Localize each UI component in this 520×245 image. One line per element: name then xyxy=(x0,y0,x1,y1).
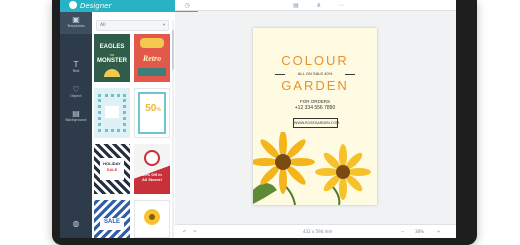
poster-title-1[interactable]: COLOUR xyxy=(253,53,377,68)
template-sale[interactable]: SALE xyxy=(94,200,130,238)
thumb-text: EAGLES xyxy=(99,44,125,50)
thumb-graphic xyxy=(140,38,164,48)
template-sunflower[interactable] xyxy=(134,200,170,238)
chevron-down-icon: ▾ xyxy=(162,23,165,28)
panel-scrollbar[interactable] xyxy=(172,20,174,238)
app-screen: ▣ Templates T Text ♡ Object ▤ Background… xyxy=(60,0,456,238)
object-icon: ♡ xyxy=(72,85,80,94)
poster-tagline[interactable]: ALL ON SALE 40% xyxy=(253,71,377,76)
template-holiday[interactable]: HOLIDAY SALE xyxy=(94,144,130,194)
thumb-text: SALE xyxy=(103,219,120,225)
templates-panel: All ▾ EAGLES vs MONSTER Retro 50% HOLIDA… xyxy=(92,12,175,238)
help-button[interactable]: ◍ xyxy=(60,219,92,229)
bottom-bar: ↶ ↷ 432 x 594 mm − 38% + xyxy=(175,224,456,238)
category-filter[interactable]: All ▾ xyxy=(96,20,169,31)
save-icon[interactable]: ▤ xyxy=(292,1,300,9)
template-eagles[interactable]: EAGLES vs MONSTER xyxy=(94,34,130,82)
thumb-text: All Stores! xyxy=(141,177,162,182)
share-icon[interactable]: ⋔ xyxy=(315,1,323,9)
logo-icon xyxy=(69,1,77,9)
undo-icon[interactable]: ↶ xyxy=(183,225,186,238)
template-retro[interactable]: Retro xyxy=(134,34,170,82)
rail-item-label: Text xyxy=(72,69,80,73)
text-icon: T xyxy=(73,60,79,69)
thumb-graphic xyxy=(104,69,120,77)
template-floral[interactable] xyxy=(94,88,130,138)
undo-icon[interactable]: ◷ xyxy=(183,1,191,9)
rail-item-label: Background xyxy=(65,118,87,122)
poster-phone[interactable]: +12 334 556 7890 xyxy=(253,105,377,111)
rail-item-text[interactable]: T Text xyxy=(60,60,92,78)
zoom-out-icon[interactable]: − xyxy=(401,225,404,238)
rail-item-object[interactable]: ♡ Object xyxy=(60,85,92,103)
rail-item-background[interactable]: ▤ Background xyxy=(60,109,92,127)
rail-item-label: Object xyxy=(70,94,82,98)
thumb-text: SALE xyxy=(106,167,118,172)
thumb-text: 50 xyxy=(145,103,157,114)
thumb-text: % xyxy=(156,107,161,113)
rail-item-templates[interactable]: ▣ Templates xyxy=(60,12,92,34)
thumb-text: vs xyxy=(109,52,115,57)
thumb-text: MONSTER xyxy=(97,58,127,64)
redo-icon[interactable]: ↷ xyxy=(193,225,196,238)
template-fifty[interactable]: 50% xyxy=(134,88,170,138)
logo-text: Designer xyxy=(80,2,112,10)
sunflower-image[interactable] xyxy=(253,132,377,205)
thumb-text: Retro xyxy=(142,54,162,63)
canvas-size: 432 x 594 mm xyxy=(303,229,333,234)
help-icon: ◍ xyxy=(72,219,80,228)
design-canvas[interactable]: COLOUR ALL ON SALE 40% GARDEN FOR ORDERS… xyxy=(253,28,377,205)
filter-value: All xyxy=(100,23,106,28)
poster-website[interactable]: WWW.ROSEGARDEN.COM xyxy=(293,118,339,128)
app-logo[interactable]: Designer xyxy=(69,0,111,12)
thumb-graphic xyxy=(105,106,119,118)
thumb-graphic xyxy=(138,68,166,76)
scrollbar-thumb[interactable] xyxy=(172,30,174,70)
thumb-graphic xyxy=(144,150,160,166)
template-icon: ▣ xyxy=(72,15,80,24)
zoom-level[interactable]: 38% xyxy=(415,225,424,238)
rail-item-label: Templates xyxy=(67,24,85,28)
zoom-in-icon[interactable]: + xyxy=(437,225,440,238)
poster-orders-label[interactable]: FOR ORDERS xyxy=(253,99,377,104)
thumb-graphic xyxy=(149,214,155,220)
template-allstores[interactable]: 50% Off in All Stores! xyxy=(134,144,170,194)
sidebar-rail: ▣ Templates T Text ♡ Object ▤ Background… xyxy=(60,0,92,238)
poster-title-2[interactable]: GARDEN xyxy=(253,78,377,93)
background-icon: ▤ xyxy=(72,109,80,118)
more-icon[interactable]: ⋯ xyxy=(337,1,345,9)
top-toolbar: ◷ ▤ ⋔ ⋯ xyxy=(175,0,456,11)
